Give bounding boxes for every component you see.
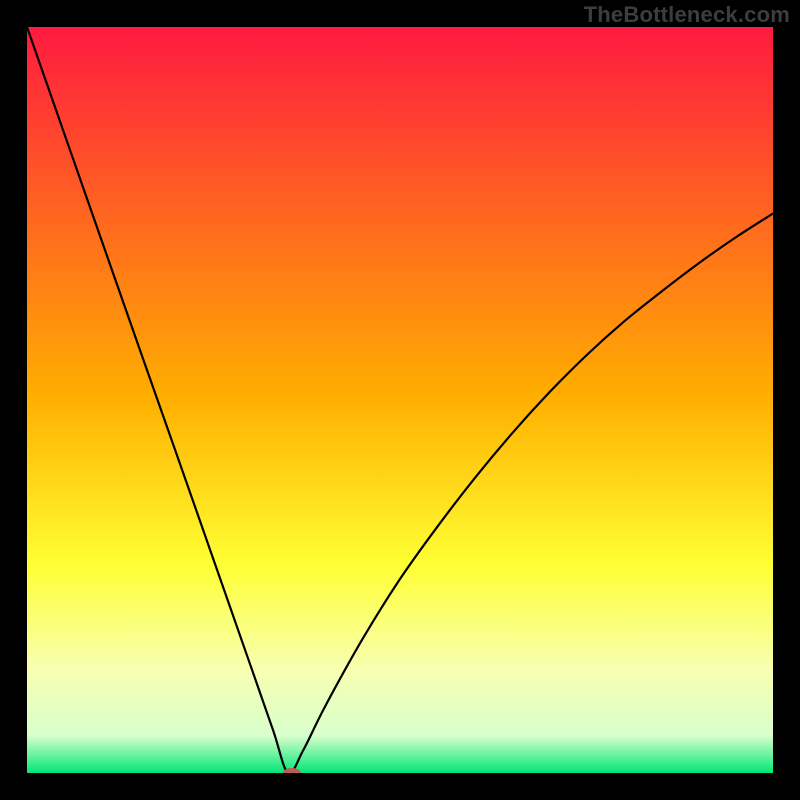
bottleneck-plot xyxy=(27,27,773,773)
watermark-text: TheBottleneck.com xyxy=(584,2,790,28)
gradient-background xyxy=(27,27,773,773)
chart-frame: TheBottleneck.com xyxy=(0,0,800,800)
plot-svg xyxy=(27,27,773,773)
